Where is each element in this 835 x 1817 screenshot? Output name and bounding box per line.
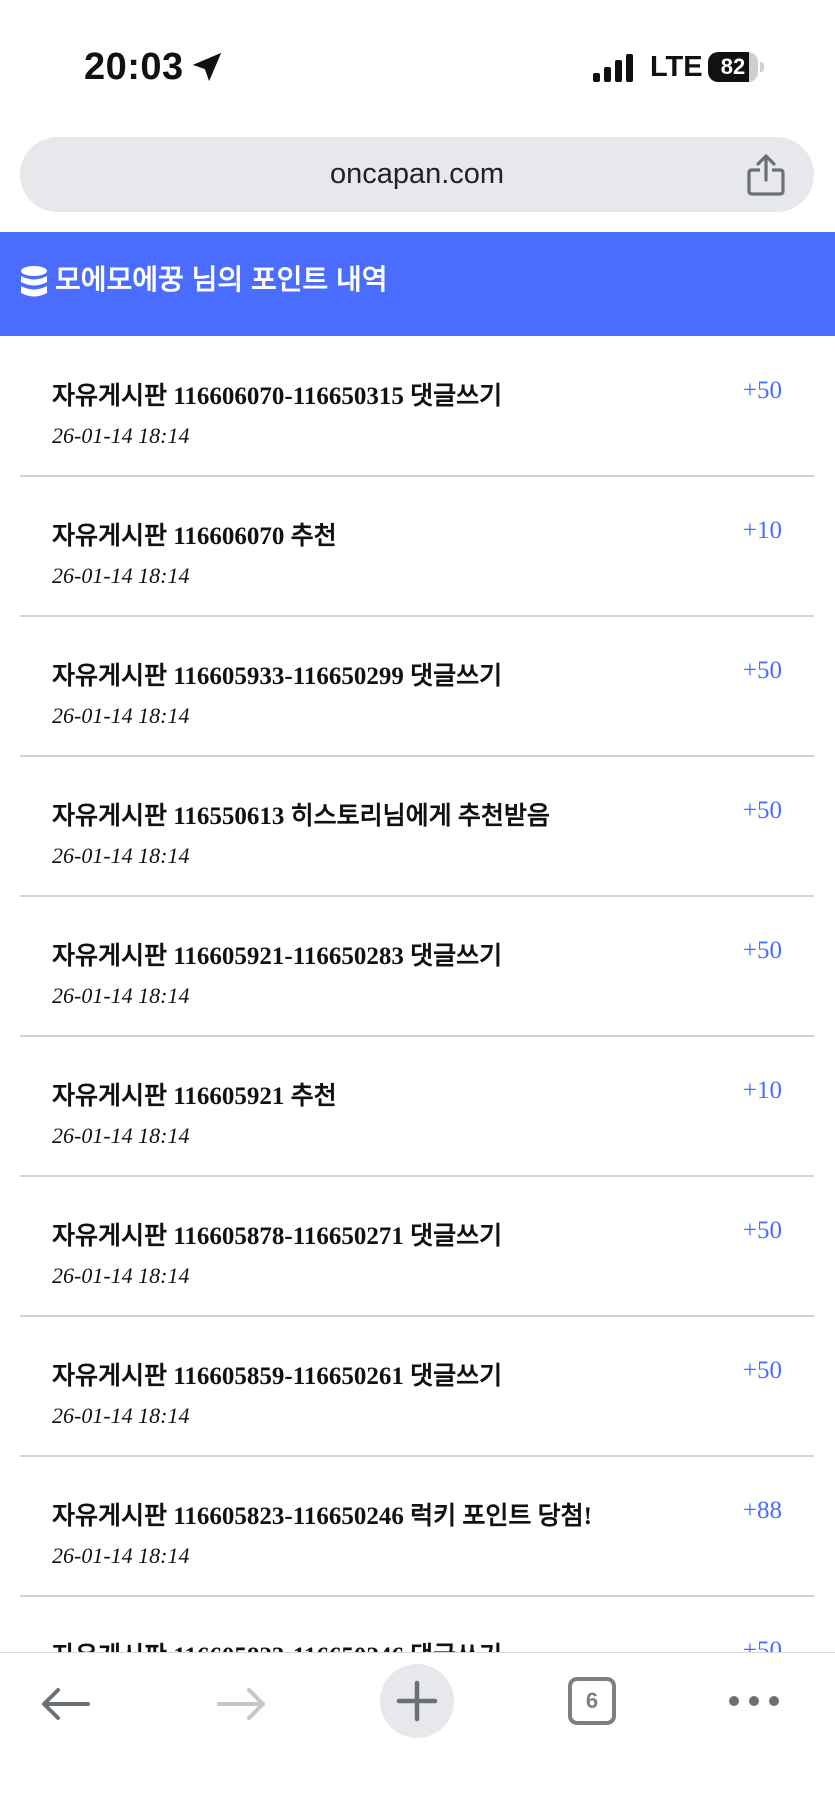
- item-title: 자유게시판 116605823-116650246 럭키 포인트 당첨!: [52, 1503, 592, 1530]
- plus-icon: [396, 1680, 438, 1722]
- item-title: 자유게시판 116606070 추천: [52, 523, 337, 550]
- item-points: +88: [742, 1497, 782, 1524]
- status-time: 20:03: [84, 46, 184, 88]
- page-title: 모에모에꿍 님의 포인트 내역: [55, 264, 388, 295]
- item-date: 26-01-14 18:14: [52, 1543, 190, 1568]
- item-points: +50: [742, 1637, 782, 1652]
- list-item[interactable]: 자유게시판 116605921 추천 26-01-14 18:14 +10: [20, 1037, 814, 1177]
- location-arrow-icon: [192, 52, 222, 82]
- item-points: +10: [742, 1077, 782, 1104]
- item-title: 자유게시판 116605823-116650246 댓글쓰기: [52, 1636, 502, 1652]
- points-list: 자유게시판 116606070-116650315 댓글쓰기 26-01-14 1…: [0, 337, 835, 1652]
- list-item[interactable]: 자유게시판 116606070 추천 26-01-14 18:14 +10: [20, 477, 814, 617]
- item-title: 자유게시판 116550613 히스토리님에게 추천받음: [52, 803, 550, 830]
- browser-toolbar: 6: [0, 1652, 835, 1817]
- status-bar: 20:03 LTE 82: [0, 0, 835, 130]
- forward-arrow-icon[interactable]: [215, 1687, 267, 1721]
- item-points: +10: [742, 517, 782, 544]
- item-title: 자유게시판 116605933-116650299 댓글쓰기: [52, 663, 503, 690]
- item-points: +50: [742, 657, 782, 684]
- item-points: +50: [742, 797, 782, 824]
- list-item[interactable]: 자유게시판 116606070-116650315 댓글쓰기 26-01-14 1…: [20, 337, 814, 477]
- url-text[interactable]: oncapan.com: [20, 137, 814, 212]
- list-item[interactable]: 자유게시판 116605859-116650261 댓글쓰기 26-01-14 1…: [20, 1317, 814, 1457]
- item-title: 자유게시판 116605859-116650261 댓글쓰기: [52, 1363, 503, 1390]
- item-date: 26-01-14 18:14: [52, 843, 190, 868]
- item-title: 자유게시판 116606070-116650315 댓글쓰기: [52, 383, 503, 410]
- item-points: +50: [742, 1217, 782, 1244]
- list-item[interactable]: 자유게시판 116605878-116650271 댓글쓰기 26-01-14 1…: [20, 1177, 814, 1317]
- item-title: 자유게시판 116605878-116650271 댓글쓰기: [52, 1223, 503, 1250]
- item-points: +50: [742, 1357, 782, 1384]
- database-icon: [21, 266, 47, 297]
- list-item[interactable]: 자유게시판 116605933-116650299 댓글쓰기 26-01-14 1…: [20, 617, 814, 757]
- list-item[interactable]: 자유게시판 116605823-116650246 럭키 포인트 당첨! 26-0…: [20, 1457, 814, 1597]
- back-arrow-icon[interactable]: [40, 1687, 92, 1721]
- item-date: 26-01-14 18:14: [52, 1263, 190, 1288]
- item-date: 26-01-14 18:14: [52, 983, 190, 1008]
- share-icon[interactable]: [746, 153, 786, 197]
- signal-icon: [593, 54, 633, 82]
- battery-percent: 82: [720, 54, 746, 79]
- item-title: 자유게시판 116605921 추천: [52, 1083, 337, 1110]
- new-tab-button[interactable]: [380, 1664, 454, 1738]
- item-date: 26-01-14 18:14: [52, 1403, 190, 1428]
- list-item[interactable]: 자유게시판 116605921-116650283 댓글쓰기 26-01-14 1…: [20, 897, 814, 1037]
- list-item[interactable]: 자유게시판 116605823-116650246 댓글쓰기 +50: [20, 1597, 814, 1652]
- address-bar[interactable]: oncapan.com: [20, 137, 814, 212]
- item-date: 26-01-14 18:14: [52, 423, 190, 448]
- tabs-button[interactable]: 6: [568, 1677, 616, 1725]
- item-date: 26-01-14 18:14: [52, 703, 190, 728]
- item-points: +50: [742, 377, 782, 404]
- more-icon[interactable]: [728, 1693, 780, 1709]
- item-date: 26-01-14 18:14: [52, 563, 190, 588]
- network-type: LTE: [650, 51, 703, 83]
- tab-count: 6: [585, 1688, 599, 1713]
- battery-icon: 82: [708, 52, 764, 82]
- item-points: +50: [742, 937, 782, 964]
- list-item[interactable]: 자유게시판 116550613 히스토리님에게 추천받음 26-01-14 18:…: [20, 757, 814, 897]
- item-title: 자유게시판 116605921-116650283 댓글쓰기: [52, 943, 503, 970]
- item-date: 26-01-14 18:14: [52, 1123, 190, 1148]
